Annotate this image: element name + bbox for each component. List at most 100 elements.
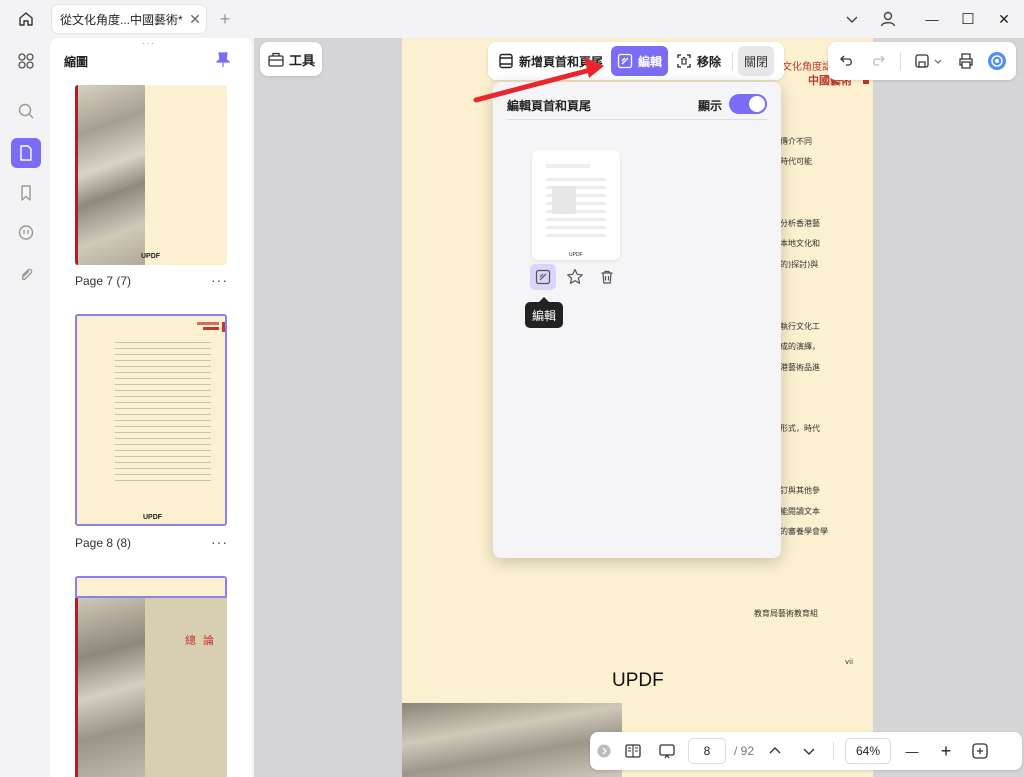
body-text-line: 形式，時代 [780,424,820,433]
body-text-line: 能閱讀文本 [780,507,820,516]
thumb-header-highlight [75,576,227,598]
edit-button[interactable]: 編輯 [611,46,669,76]
thumbnail-page-8[interactable]: UPDF [75,314,227,526]
template-line [546,164,590,168]
add-header-footer-button[interactable]: 新增頁首和頁尾 [492,46,609,76]
close-window-button[interactable]: ✕ [990,6,1018,32]
body-text-line: 分析香港藝 [780,219,820,228]
chevron-down-icon [803,748,815,755]
body-text-line: 成的演繹， [780,342,820,351]
edit-icon [535,269,551,285]
chevron-down-icon [934,59,942,64]
show-toggle[interactable] [729,94,767,114]
body-text-line: 的)探討)與 [780,260,819,269]
home-button[interactable] [8,5,44,33]
ai-assistant-button[interactable] [984,47,1010,75]
attachments-button[interactable] [11,260,41,290]
page-icon [20,145,32,161]
divider [900,52,902,70]
next-page-button[interactable] [796,738,822,764]
comment-icon [18,225,34,240]
template-favorite-button[interactable] [562,264,588,290]
bookmarks-button[interactable] [11,178,41,208]
landscape-painting [402,703,622,777]
thumb-heading: 總 論 [185,635,217,647]
comments-button[interactable] [11,218,41,248]
thumb-text-lines [115,342,211,482]
chevron-right-icon [597,744,611,758]
divider [507,119,767,120]
red-spine [75,85,78,265]
zoom-out-button[interactable]: — [899,738,925,764]
landscape-painting [75,85,145,265]
zoom-in-button[interactable]: + [933,738,959,764]
body-text-line: 傳介不同 [780,137,812,146]
undo-button[interactable] [834,47,860,75]
left-rail [0,38,50,777]
toggle-knob [749,96,765,112]
edit-icon [617,53,633,69]
maximize-button[interactable]: ☐ [954,6,982,32]
tools-button[interactable]: 工具 [260,42,322,76]
thumbnail-panel: ··· 縮圖 UPDF Page 7 (7) ··· UPDF Page 8 (… [50,38,252,777]
save-button[interactable] [910,47,947,75]
panel-title: 縮圖 [64,55,89,69]
page-layout-button[interactable] [620,738,646,764]
edit-tooltip: 編輯 [525,297,563,328]
search-button[interactable] [11,96,41,126]
thumbnail-page-7[interactable]: UPDF [75,85,227,265]
body-text-line: 時代可能 [780,157,812,166]
collapse-button[interactable] [596,738,612,764]
chevron-up-icon [769,747,781,754]
search-icon [18,103,34,119]
header-title: 文化角度認 [782,62,832,73]
template-delete-button[interactable] [594,264,620,290]
popup-title: 編輯頁首和頁尾 [507,99,592,113]
title-bar: 從文化角度...中國藝術* ✕ + — ☐ ✕ [0,0,1024,38]
page-number-input[interactable]: 8 [688,738,726,764]
thumbnails-button[interactable] [11,138,41,168]
remove-button[interactable]: 移除 [670,46,727,76]
document-view: 文化角度認 中國藝術 傳介不同 時代可能 分析香港藝 本地文化和 的)探討)與 … [254,38,1024,777]
bottom-toolbar: 8 / 92 64% — + [590,732,1022,770]
bookmark-icon [21,185,31,201]
trash-icon [601,270,613,284]
edit-header-footer-popup: 編輯頁首和頁尾 顯示 UPDF 編輯 [493,82,781,558]
close-button[interactable]: 關閉 [738,46,775,76]
tab-close-button[interactable]: ✕ [184,8,206,30]
previous-page-button[interactable] [762,738,788,764]
template-edit-button[interactable] [530,264,556,290]
undo-icon [839,55,852,66]
pin-button[interactable] [216,52,230,68]
account-button[interactable] [874,6,902,32]
tabs-dropdown-button[interactable] [838,6,866,32]
save-icon [915,54,929,68]
zoom-level[interactable]: 64% [845,738,892,764]
chevron-down-icon [846,16,858,23]
redo-button[interactable] [866,47,892,75]
minimize-button[interactable]: — [918,6,946,32]
thumbnail-page-9[interactable]: 總 論 [75,576,227,777]
remove-label: 移除 [697,54,722,69]
thumbnail-more-button[interactable]: ··· [211,534,228,550]
star-icon [567,268,583,284]
print-button[interactable] [953,47,979,75]
print-icon [958,53,973,69]
document-tab[interactable]: 從文化角度...中國藝術* ✕ [52,5,206,33]
landscape-painting [75,598,145,777]
add-header-footer-label: 新增頁首和頁尾 [519,54,604,69]
panel-resize-handle[interactable]: ··· [142,38,155,49]
grid-icon [18,53,34,69]
template-footer: UPDF [569,252,583,258]
template-card[interactable]: UPDF [532,150,620,260]
new-tab-button[interactable]: + [214,8,236,30]
thumb-header-line [197,322,219,325]
thumbnail-more-button[interactable]: ··· [211,272,228,288]
page-number: vii [845,658,854,666]
thumbnail-label: Page 7 (7) [75,274,132,288]
apps-button[interactable] [11,46,41,76]
fit-page-button[interactable] [967,738,993,764]
body-text-line: 訂與其他參 [780,486,820,495]
home-icon [19,12,33,26]
presentation-button[interactable] [654,738,680,764]
